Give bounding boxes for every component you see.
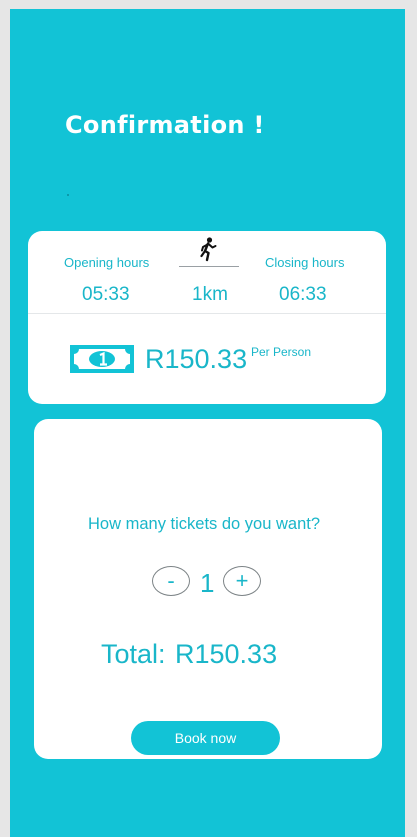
card-divider xyxy=(28,313,386,314)
running-person-icon xyxy=(200,237,217,262)
increase-quantity-button[interactable]: + xyxy=(223,566,261,596)
opening-hours-value: 05:33 xyxy=(82,284,130,305)
opening-hours-label: Opening hours xyxy=(64,255,150,270)
distance-underline xyxy=(179,266,239,267)
decrease-quantity-button[interactable]: - xyxy=(152,566,190,596)
book-now-button[interactable]: Book now xyxy=(131,721,280,755)
ticket-quantity: 1 xyxy=(200,568,215,598)
ticket-question: How many tickets do you want? xyxy=(88,515,321,533)
decorative-dot xyxy=(67,194,69,196)
banknote-icon xyxy=(70,345,134,373)
distance-value: 1km xyxy=(192,284,228,305)
price-unit-label: Per Person xyxy=(251,345,312,359)
closing-hours-value: 06:33 xyxy=(279,284,327,305)
total-label: Total: xyxy=(101,639,166,669)
ticket-card: How many tickets do you want? - 1 + Tota… xyxy=(34,419,382,759)
total-value: R150.33 xyxy=(175,639,278,669)
price-value: R150.33 xyxy=(145,344,248,374)
page-title: Confirmation ! xyxy=(65,111,265,139)
closing-hours-label: Closing hours xyxy=(265,255,345,270)
app-screen: Confirmation ! Opening hours 05:33 1km C… xyxy=(10,9,405,837)
info-card: Opening hours 05:33 1km Closing hours 06… xyxy=(28,231,386,404)
